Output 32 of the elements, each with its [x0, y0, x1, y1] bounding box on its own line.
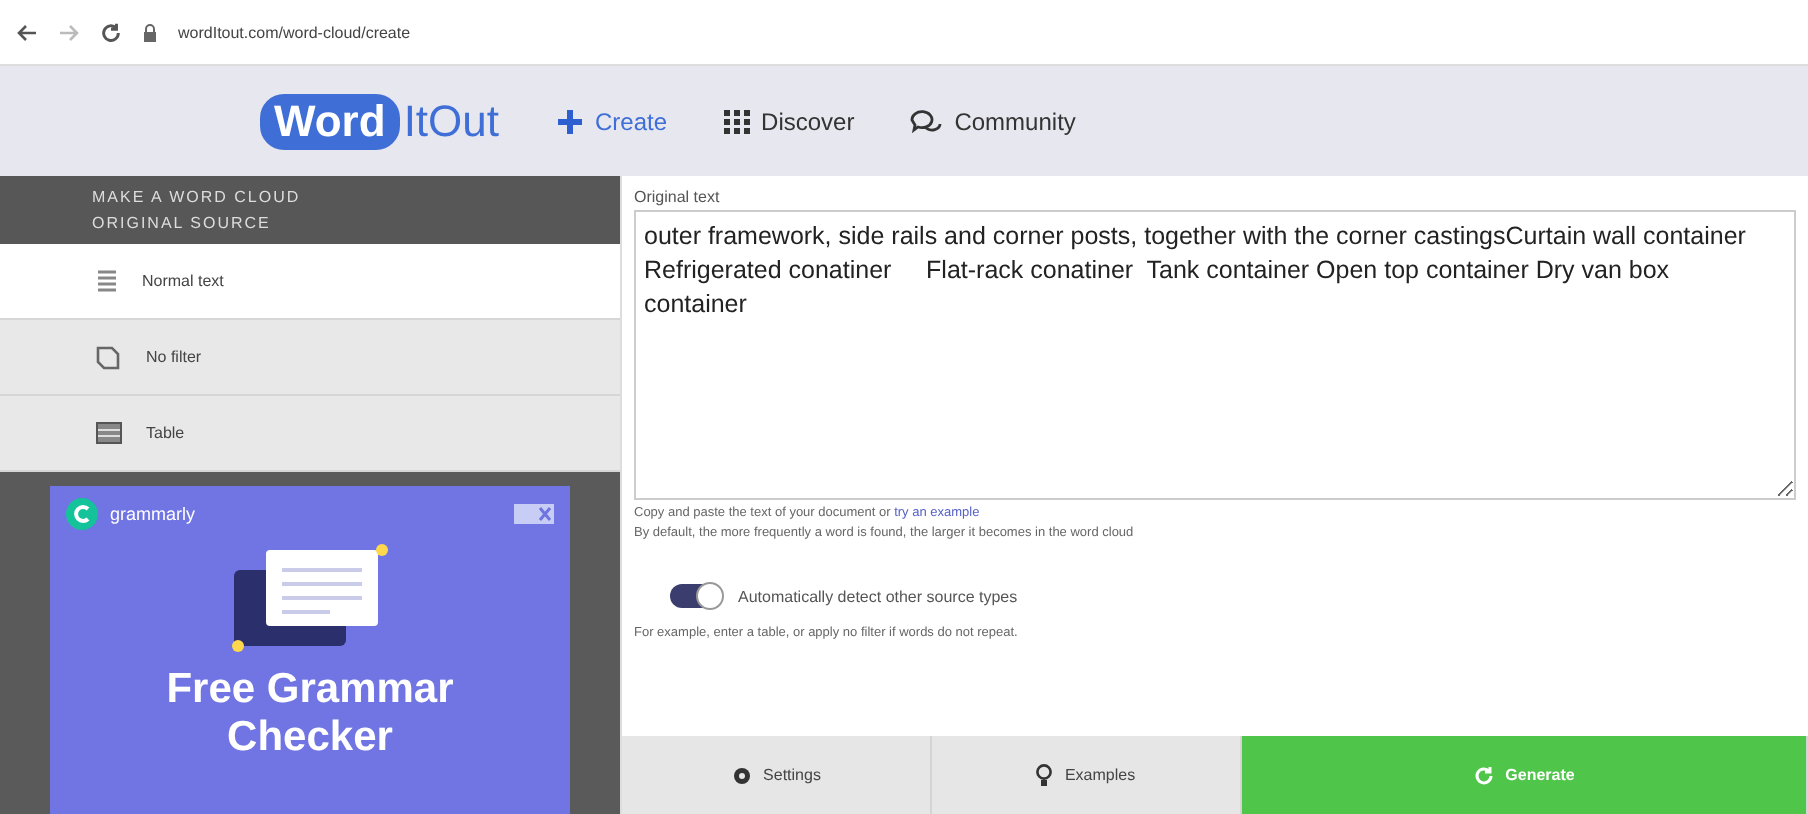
sidebar-subheading: ORIGINAL SOURCE — [92, 214, 273, 232]
table-icon — [96, 422, 122, 444]
toggle-label: Automatically detect other source types — [738, 587, 1018, 605]
gear-icon — [731, 765, 752, 785]
refresh-icon — [1473, 765, 1494, 785]
reload-icon[interactable] — [100, 21, 122, 43]
lightbulb-icon — [1036, 763, 1053, 787]
source-option[interactable]: Normal text — [0, 244, 620, 320]
brand-name: grammarly — [110, 504, 196, 524]
examples-button[interactable]: Examples — [932, 736, 1242, 814]
nav-link[interactable]: Discover — [723, 107, 855, 135]
nav-link[interactable]: Community — [910, 107, 1076, 135]
document-icon — [96, 269, 118, 293]
back-icon[interactable] — [16, 23, 38, 41]
advertisement-banner[interactable]: grammarly Free Grammar Checker — [50, 486, 570, 814]
filter-icon — [96, 345, 122, 369]
settings-button[interactable]: Settings — [622, 736, 932, 814]
nav-link[interactable]: Create — [555, 107, 668, 135]
chat-icon — [910, 109, 943, 133]
source-option[interactable]: No filter — [0, 320, 620, 396]
field-label: Original text — [634, 188, 722, 206]
ad-close-icon[interactable] — [514, 504, 554, 524]
plus-icon — [555, 107, 583, 135]
sidebar-heading: MAKE A WORD CLOUD — [92, 188, 303, 206]
text-input-field[interactable]: outer framework, side rails and corner posts, together with the corner castingsCurtain wall container Refrigerated conatiner Flat-rack conatiner Tank container Open top container Dry van box container — [634, 210, 1796, 500]
address-bar[interactable]: wordItout.com/word-cloud/create — [178, 23, 411, 41]
lock-icon — [142, 23, 158, 41]
grid-icon — [723, 109, 750, 133]
toggle-switch[interactable] — [670, 584, 722, 608]
ad-headline: Free Grammar Checker — [164, 666, 456, 763]
brand-logo-icon — [66, 498, 98, 530]
source-option[interactable]: Table — [0, 396, 620, 472]
